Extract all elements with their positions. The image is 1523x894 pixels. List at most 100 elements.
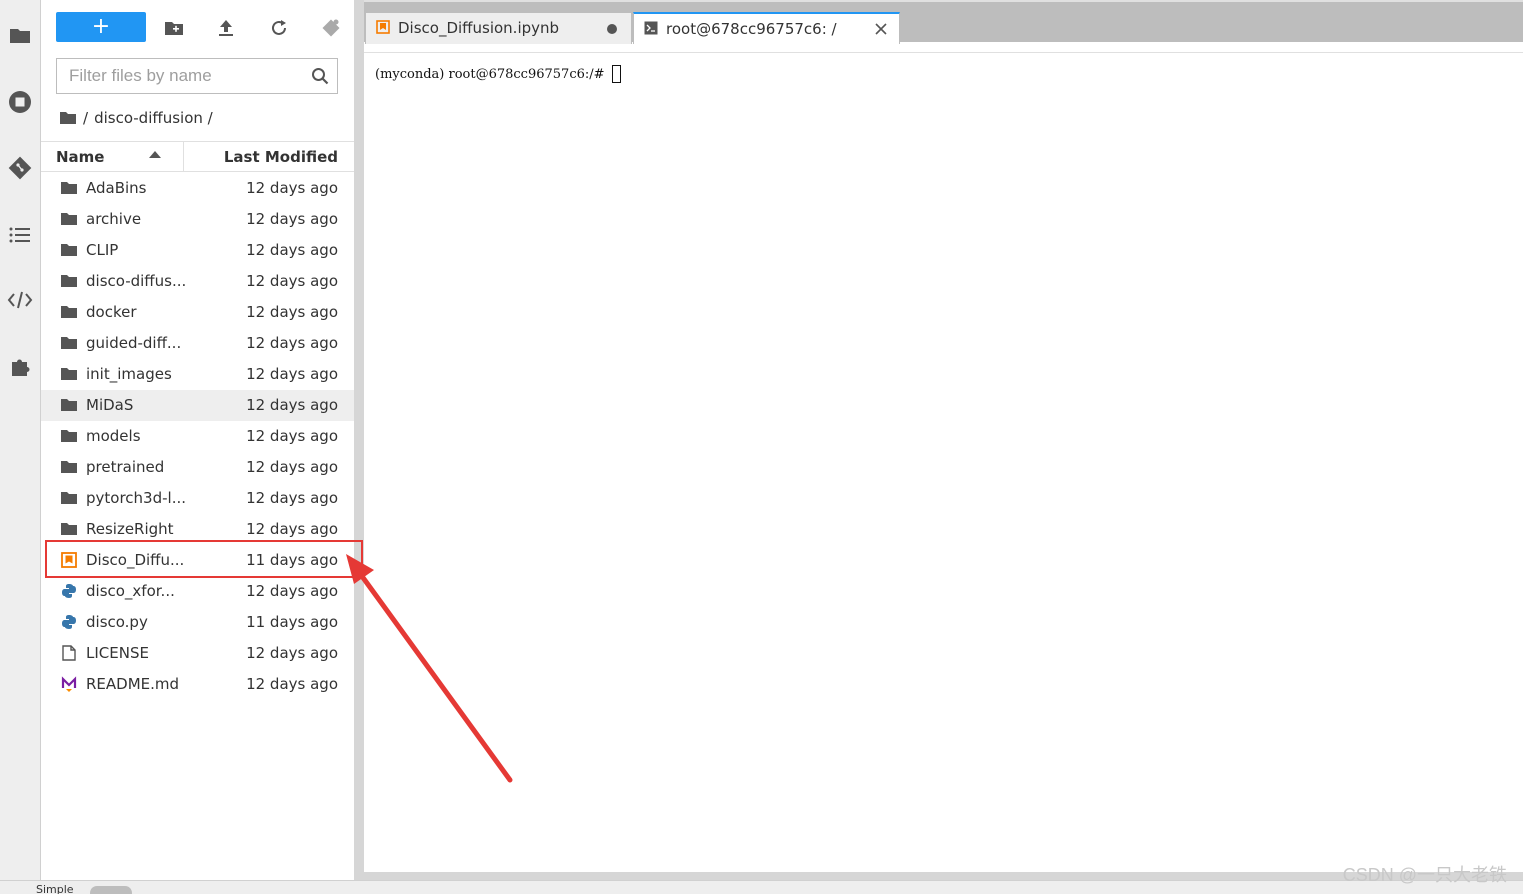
file-browser-toolbar: + [41,12,354,44]
folder-icon [60,241,78,259]
annotation-arrow [346,554,513,783]
file-name: disco_xfor... [86,582,175,600]
file-name: docker [86,303,137,321]
tab-terminal-label: root@678cc96757c6: / [666,20,837,38]
git-tab[interactable] [0,148,40,188]
file-row[interactable]: CLIP 12 days ago [41,235,354,266]
highlight-box [45,540,363,578]
file-modified: 12 days ago [246,179,338,197]
refresh-button[interactable] [268,17,290,39]
markdown-icon [60,675,78,693]
tab-notebook[interactable]: Disco_Diffusion.ipynb [365,12,632,44]
file-modified: 12 days ago [246,303,338,321]
file-browser-panel: + / disco-diffusion / Name Last Modified… [41,0,354,880]
file-modified: 12 days ago [246,334,338,352]
folder-icon [60,427,78,445]
file-modified: 12 days ago [246,241,338,259]
notebook-icon [376,20,390,34]
file-row[interactable]: guided-diff... 12 days ago [41,328,354,359]
git-clone-button[interactable] [320,17,342,39]
breadcrumb-root[interactable]: / [83,109,88,127]
file-name: CLIP [86,241,119,259]
file-row[interactable]: disco_xfor... 12 days ago [41,576,354,607]
name-column-header[interactable]: Name [56,148,104,166]
terminal-icon [644,21,658,35]
file-modified: 12 days ago [246,582,338,600]
python-icon [60,613,78,631]
code-icon [7,291,33,309]
file-name: disco.py [86,613,148,631]
close-icon[interactable] [874,22,888,36]
running-sessions-tab[interactable] [0,82,40,122]
file-name: guided-diff... [86,334,182,352]
git-icon [8,156,32,180]
unsaved-dot-icon[interactable] [606,23,618,35]
last-modified-column-header[interactable]: Last Modified [224,148,338,166]
tab-terminal[interactable]: root@678cc96757c6: / [633,12,900,44]
column-divider[interactable] [183,142,184,171]
toc-icon [9,227,30,243]
file-modified: 12 days ago [246,365,338,383]
file-modified: 12 days ago [246,210,338,228]
file-row[interactable]: models 12 days ago [41,421,354,452]
file-modified: 11 days ago [246,613,338,631]
new-folder-icon [165,22,183,35]
file-name: pytorch3d-l... [86,489,186,507]
file-name: models [86,427,141,445]
file-modified: 12 days ago [246,520,338,538]
code-tab[interactable] [0,280,40,320]
file-name: ResizeRight [86,520,174,538]
file-row[interactable]: init_images 12 days ago [41,359,354,390]
search-icon [312,68,329,85]
file-modified: 12 days ago [246,644,338,662]
file-browser-tab[interactable] [0,15,40,55]
extensions-icon [12,359,30,376]
extensions-tab[interactable] [0,347,40,387]
folder-icon [60,396,78,414]
file-row[interactable]: AdaBins 12 days ago [41,173,354,204]
file-name: MiDaS [86,396,134,414]
upload-icon [219,20,233,36]
git-clone-icon [322,19,340,37]
file-name: archive [86,210,142,228]
file-row[interactable]: README.md 12 days ago [41,669,354,700]
file-row[interactable]: pretrained 12 days ago [41,452,354,483]
file-row[interactable]: disco.py 11 days ago [41,607,354,638]
refresh-icon [272,20,286,35]
file-icon [60,644,78,662]
new-folder-button[interactable] [163,17,185,39]
terminal-area[interactable]: (myconda) root@678cc96757c6:/# [364,52,1523,873]
file-name: AdaBins [86,179,147,197]
tab-bar: Disco_Diffusion.ipynb root@678cc96757c6:… [364,0,1523,44]
watermark: CSDN @一只大老铁 [1342,865,1507,885]
home-folder-icon[interactable] [59,111,77,125]
file-row[interactable]: disco-diffus... 12 days ago [41,266,354,297]
sort-ascending-icon [149,151,161,158]
folder-icon [60,272,78,290]
status-bar: Simple [0,880,1523,894]
folder-icon [10,29,30,43]
file-modified: 12 days ago [246,396,338,414]
file-row[interactable]: MiDaS 12 days ago [41,390,354,421]
folder-icon [60,210,78,228]
file-row[interactable]: LICENSE 12 days ago [41,638,354,669]
filter-box [56,58,338,94]
new-launcher-button[interactable]: + [56,12,146,42]
file-row[interactable]: archive 12 days ago [41,204,354,235]
file-name: disco-diffus... [86,272,187,290]
breadcrumb-folder[interactable]: disco-diffusion / [94,109,213,127]
file-row[interactable]: pytorch3d-l... 12 days ago [41,483,354,514]
table-of-contents-tab[interactable] [0,215,40,255]
file-modified: 12 days ago [246,489,338,507]
python-icon [60,582,78,600]
file-list-header: Name Last Modified [41,141,354,172]
upload-button[interactable] [215,17,237,39]
terminal-prompt: (myconda) root@678cc96757c6:/# [375,66,605,82]
running-icon [9,91,31,113]
file-row[interactable]: docker 12 days ago [41,297,354,328]
filter-input[interactable] [57,59,309,93]
folder-icon [60,303,78,321]
folder-icon [60,520,78,538]
terminal-line: (myconda) root@678cc96757c6:/# [375,65,621,83]
folder-icon [60,179,78,197]
